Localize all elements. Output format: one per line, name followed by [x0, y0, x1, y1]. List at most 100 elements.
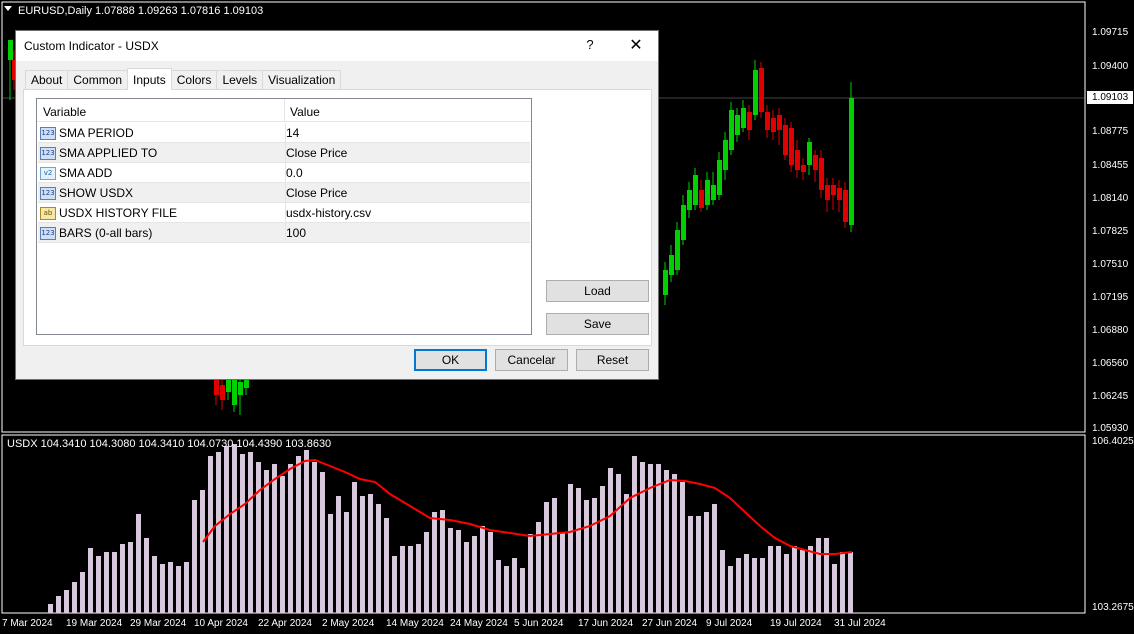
close-icon[interactable]: ✕ [626, 36, 646, 56]
histogram-bar [456, 530, 461, 613]
row-variable: SHOW USDX [59, 186, 134, 200]
dialog-titlebar[interactable]: Custom Indicator - USDX ? ✕ [16, 31, 658, 61]
histogram-bar [56, 596, 61, 613]
row-value[interactable]: 0.0 [286, 166, 303, 180]
candle-body [831, 185, 836, 195]
current-price-label: 1.09103 [1087, 91, 1133, 104]
integer-icon: 123 [40, 127, 56, 140]
histogram-bar [472, 536, 477, 613]
indicator-chart[interactable] [0, 434, 1134, 634]
table-row[interactable]: 123 SHOW USDX Close Price [38, 183, 530, 203]
histogram-bar [432, 512, 437, 613]
candle-body [681, 205, 686, 240]
histogram-bar [296, 456, 301, 613]
tab-about[interactable]: About [25, 70, 69, 90]
price-axis-label: 1.08140 [1092, 193, 1129, 204]
table-row[interactable]: v2 SMA ADD 0.0 [38, 163, 530, 183]
date-axis-label: 29 Mar 2024 [130, 618, 187, 629]
histogram-bar [680, 482, 685, 613]
date-axis-label: 27 Jun 2024 [642, 618, 698, 629]
histogram-bar [704, 512, 709, 613]
histogram-bar [384, 518, 389, 613]
histogram-bar [232, 444, 237, 613]
tab-colors[interactable]: Colors [170, 70, 218, 90]
histogram-bar [120, 544, 125, 613]
histogram-bar [216, 452, 221, 613]
candle-body [663, 270, 668, 295]
column-divider[interactable] [284, 99, 285, 122]
table-row[interactable]: 123 SMA PERIOD 14 [38, 123, 530, 143]
row-value[interactable]: 14 [286, 126, 299, 140]
table-row[interactable]: 123 BARS (0-all bars) 100 [38, 223, 530, 243]
candle-body [705, 180, 710, 205]
ok-button[interactable]: OK [414, 349, 487, 371]
histogram-bar [424, 532, 429, 613]
histogram-bar [808, 546, 813, 613]
candle-body [220, 385, 225, 400]
date-axis-label: 10 Apr 2024 [194, 618, 248, 629]
histogram-bar [584, 500, 589, 613]
help-button[interactable]: ? [583, 37, 597, 55]
histogram-bar [328, 514, 333, 613]
candle-body [759, 68, 764, 112]
histogram-bar [560, 532, 565, 613]
custom-indicator-dialog[interactable]: Custom Indicator - USDX ? ✕ About Common… [15, 30, 659, 380]
histogram-bar [720, 550, 725, 613]
row-value[interactable]: Close Price [286, 186, 347, 200]
candle-body [699, 190, 704, 208]
inputs-grid[interactable]: Variable Value 123 SMA PERIOD 14 123 SMA… [36, 98, 532, 335]
histogram-bar [320, 472, 325, 613]
load-button[interactable]: Load [546, 280, 649, 302]
tab-common[interactable]: Common [67, 70, 129, 90]
price-axis-label: 1.06560 [1092, 358, 1129, 369]
tab-visualization[interactable]: Visualization [262, 70, 342, 90]
histogram-bar [96, 556, 101, 613]
tab-levels[interactable]: Levels [216, 70, 264, 90]
histogram-bar [344, 512, 349, 613]
histogram-bar [88, 548, 93, 613]
save-button[interactable]: Save [546, 313, 649, 335]
histogram-bar [240, 454, 245, 613]
candle-body [819, 158, 824, 190]
grid-header: Variable Value [37, 99, 531, 122]
reset-button[interactable]: Reset [576, 349, 649, 371]
histogram-bar [736, 558, 741, 613]
row-variable: BARS (0-all bars) [59, 226, 153, 240]
column-header-value[interactable]: Value [290, 105, 320, 119]
date-axis-label: 9 Jul 2024 [706, 618, 753, 629]
tab-inputs[interactable]: Inputs [127, 68, 172, 90]
histogram-bar [104, 552, 109, 613]
price-axis-label: 1.06880 [1092, 325, 1129, 336]
candle-body [837, 188, 842, 200]
histogram-bar [688, 516, 693, 613]
table-row[interactable]: ab USDX HISTORY FILE usdx-history.csv [38, 203, 530, 223]
histogram-bar [448, 528, 453, 613]
histogram-bar [464, 542, 469, 613]
date-axis-label: 17 Jun 2024 [578, 618, 634, 629]
inputs-panel: Variable Value 123 SMA PERIOD 14 123 SMA… [23, 89, 652, 346]
histogram-bar [840, 552, 845, 613]
candle-body [693, 175, 698, 205]
histogram-bar [664, 470, 669, 613]
cancel-button[interactable]: Cancelar [495, 349, 568, 371]
histogram-bar [752, 558, 757, 613]
histogram-bar [496, 560, 501, 613]
row-value[interactable]: Close Price [286, 146, 347, 160]
date-axis-label: 19 Jul 2024 [770, 618, 822, 629]
table-row[interactable]: 123 SMA APPLIED TO Close Price [38, 143, 530, 163]
histogram-bar [336, 496, 341, 613]
histogram-bar [248, 452, 253, 613]
row-value[interactable]: usdx-history.csv [286, 206, 371, 220]
histogram-bar [640, 462, 645, 613]
candle-body [729, 110, 734, 150]
histogram-bar [848, 552, 853, 613]
row-value[interactable]: 100 [286, 226, 306, 240]
histogram-bar [696, 516, 701, 613]
histogram-bar [832, 564, 837, 613]
candle-body [8, 40, 13, 60]
histogram-bar [544, 502, 549, 613]
column-header-variable[interactable]: Variable [43, 105, 86, 119]
histogram-bar [816, 538, 821, 613]
row-variable: SMA APPLIED TO [59, 146, 158, 160]
histogram-bar [160, 564, 165, 613]
